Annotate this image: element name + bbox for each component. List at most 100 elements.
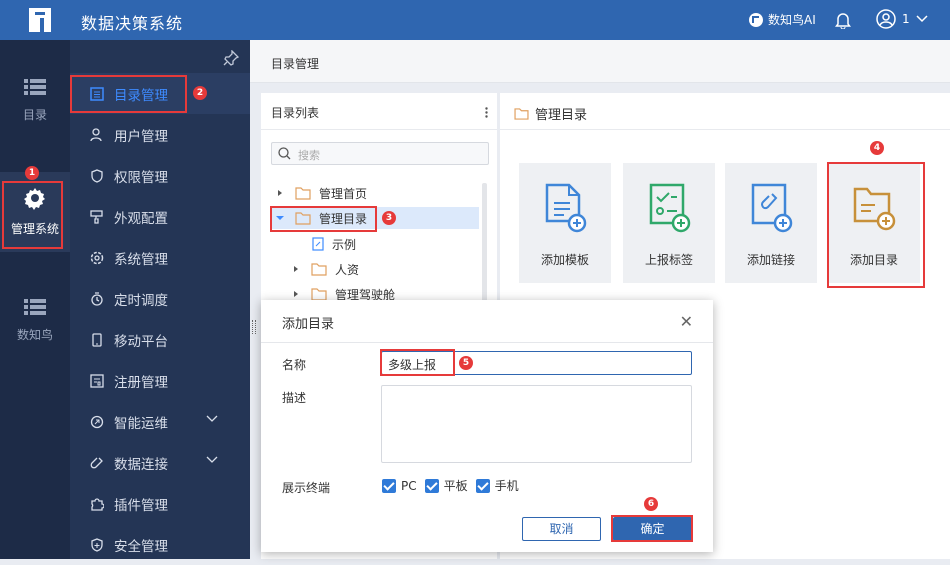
menu-item-permissions[interactable]: 权限管理 <box>70 155 250 196</box>
app-title: 数据决策系统 <box>81 14 184 33</box>
step-badge-5: 5 <box>459 356 473 370</box>
tree-search-input[interactable]: 搜索 <box>271 142 489 165</box>
bell-icon[interactable] <box>835 11 851 29</box>
ops-icon <box>90 415 104 428</box>
folder-icon <box>514 107 529 120</box>
menu-item-mobile[interactable]: 移动平台 <box>70 319 250 360</box>
avatar-icon <box>876 9 896 29</box>
app-logo-icon <box>29 8 51 32</box>
pin-icon[interactable] <box>223 50 239 66</box>
close-icon[interactable]: ✕ <box>680 312 693 331</box>
sidebar: 目录管理 用户管理 权限管理 外观配置 系统管理 定时调度 移动平台 注册管理 … <box>70 40 250 559</box>
list-icon <box>24 79 46 95</box>
tree-item-label: 管理首页 <box>319 186 368 201</box>
menu-label: 数据连接 <box>114 456 168 473</box>
highlight-box-catalog <box>70 75 187 113</box>
dialog-title: 添加目录 <box>282 317 335 332</box>
add-link-card[interactable]: 添加链接 <box>725 163 817 283</box>
folder-icon <box>311 262 327 276</box>
description-textarea[interactable] <box>381 385 692 463</box>
highlight-box-admin <box>2 181 63 249</box>
menu-item-system[interactable]: 系统管理 <box>70 237 250 278</box>
tablet-checkbox[interactable]: 平板 <box>424 477 468 494</box>
menu-label: 注册管理 <box>114 374 168 391</box>
card-label: 上报标签 <box>644 253 693 267</box>
card-label: 添加模板 <box>540 253 589 267</box>
menu-item-ops[interactable]: 智能运维 <box>70 401 250 442</box>
more-icon[interactable] <box>485 107 488 118</box>
menu-label: 安全管理 <box>114 538 168 555</box>
highlight-box-name-input <box>380 349 455 376</box>
list-icon <box>24 299 46 315</box>
menu-item-register[interactable]: 注册管理 <box>70 360 250 401</box>
tree-item-hr[interactable]: 人资 <box>291 258 359 280</box>
link-icon <box>90 457 103 468</box>
breadcrumb: 目录管理 <box>250 40 950 83</box>
shield-icon <box>91 168 103 183</box>
tree-scrollbar[interactable] <box>482 183 487 303</box>
menu-label: 外观配置 <box>114 210 168 227</box>
highlight-box-ok <box>611 515 693 542</box>
terminal-label: 展示终端 <box>282 481 331 495</box>
chevron-down-icon <box>916 15 928 23</box>
checkbox-label: PC <box>401 478 417 493</box>
rail-label-shuzhiniao: 数知鸟 <box>16 328 53 342</box>
tree-item-home[interactable]: 管理首页 <box>275 182 367 204</box>
caret-right-icon <box>278 190 282 196</box>
pc-checkbox[interactable]: PC <box>382 477 417 494</box>
menu-item-plugins[interactable]: 插件管理 <box>70 483 250 524</box>
step-badge-4: 4 <box>870 141 884 155</box>
panel-resize-handle[interactable] <box>252 320 256 334</box>
chevron-down-icon <box>206 456 218 463</box>
menu-item-appearance[interactable]: 外观配置 <box>70 196 250 237</box>
cancel-button[interactable]: 取消 <box>522 517 601 541</box>
highlight-box-add-folder <box>827 162 925 288</box>
phone-checkbox[interactable]: 手机 <box>475 477 519 494</box>
link-file-icon <box>312 237 324 251</box>
settings-icon <box>90 251 104 264</box>
ai-icon <box>749 12 763 27</box>
menu-label: 权限管理 <box>114 169 168 186</box>
search-placeholder: 搜索 <box>298 149 320 162</box>
tree-item-example[interactable]: 示例 <box>312 233 356 255</box>
user-label: 1 <box>902 12 910 26</box>
step-badge-1: 1 <box>25 166 39 180</box>
menu-item-schedule[interactable]: 定时调度 <box>70 278 250 319</box>
tree-item-label: 人资 <box>335 262 360 277</box>
plugin-icon <box>91 497 104 511</box>
description-label: 描述 <box>282 391 307 405</box>
menu-item-data-connection[interactable]: 数据连接 <box>70 442 250 483</box>
add-link-icon <box>751 183 793 233</box>
step-badge-6: 6 <box>644 497 658 511</box>
checkbox-label: 平板 <box>443 479 468 493</box>
timer-icon <box>91 291 103 306</box>
add-template-card[interactable]: 添加模板 <box>519 163 611 283</box>
card-label: 添加链接 <box>746 253 795 267</box>
step-badge-3: 3 <box>382 211 396 225</box>
menu-label: 移动平台 <box>114 333 168 350</box>
menu-label: 系统管理 <box>114 251 168 268</box>
menu-label: 定时调度 <box>114 292 168 309</box>
ai-assistant-button[interactable]: 数知鸟AI <box>748 11 816 28</box>
nav-rail: 目录 管理系统 数知鸟 <box>0 40 70 559</box>
page-title: 目录管理 <box>271 57 320 71</box>
report-tag-icon <box>649 183 691 233</box>
menu-label: 用户管理 <box>114 128 168 145</box>
user-menu[interactable]: 1 <box>876 9 928 29</box>
check-icon <box>382 478 396 493</box>
rail-item-catalog[interactable]: 目录 <box>0 78 70 138</box>
tree-item-label: 示例 <box>332 237 357 252</box>
mobile-icon <box>92 332 102 347</box>
rail-item-shuzhiniao[interactable]: 数知鸟 <box>0 298 70 358</box>
dialog-header: 添加目录 ✕ <box>261 300 713 343</box>
register-icon <box>90 373 104 388</box>
menu-label: 智能运维 <box>114 415 168 432</box>
report-tag-card[interactable]: 上报标签 <box>623 163 715 283</box>
add-template-icon <box>545 183 587 233</box>
directory-title-label: 管理目录 <box>535 108 588 123</box>
chevron-down-icon <box>206 415 218 422</box>
rail-label-catalog: 目录 <box>22 108 47 122</box>
menu-item-users[interactable]: 用户管理 <box>70 114 250 155</box>
name-label: 名称 <box>282 358 307 372</box>
folder-icon <box>295 186 311 200</box>
